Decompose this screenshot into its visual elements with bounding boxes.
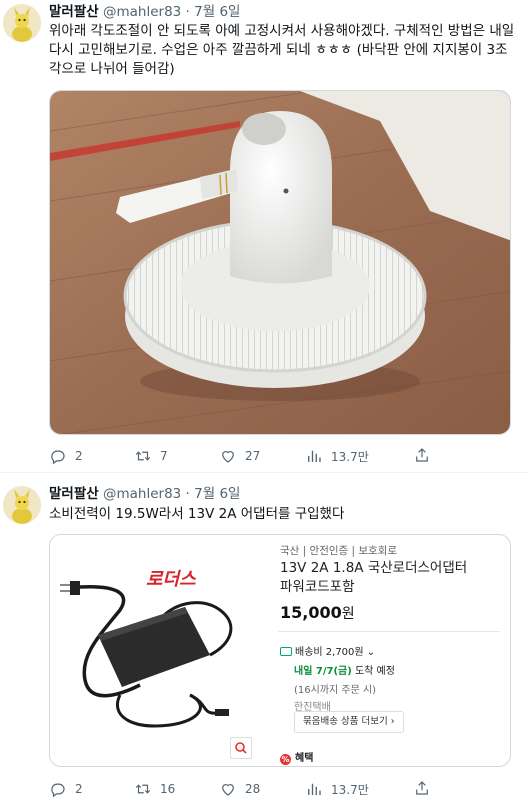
tweet-actions: 2 7 27 13.7만 bbox=[49, 446, 449, 466]
product-price: 15,000원 bbox=[280, 603, 355, 623]
author-name[interactable]: 말러팔산 bbox=[49, 486, 99, 502]
price-unit: 원 bbox=[341, 606, 355, 622]
retweet-count: 16 bbox=[160, 782, 176, 796]
retweet-icon bbox=[135, 784, 151, 794]
tweet-text: 위아래 각도조절이 안 되도록 아예 고정시켜서 사용해야겠다. 구체적인 방법… bbox=[49, 23, 515, 77]
views-button[interactable]: 13.7만 bbox=[305, 779, 369, 799]
reply-count: 2 bbox=[75, 449, 83, 463]
product-image[interactable]: 로더스 bbox=[50, 535, 272, 766]
benefit-label: 혜택 bbox=[295, 753, 314, 764]
separator-dot: · bbox=[185, 486, 190, 502]
tweet-actions: 2 16 28 13.7만 bbox=[49, 779, 449, 799]
like-button[interactable]: 27 bbox=[219, 446, 260, 466]
avatar[interactable] bbox=[3, 4, 41, 42]
like-icon bbox=[222, 451, 234, 463]
discount-icon: % bbox=[280, 754, 291, 765]
like-icon bbox=[222, 784, 234, 796]
arrival-date: 내일 7/7(금) bbox=[294, 666, 352, 677]
reply-icon bbox=[51, 783, 65, 798]
reply-icon bbox=[51, 450, 65, 465]
views-count: 13.7만 bbox=[331, 449, 369, 464]
price-value: 15,000 bbox=[280, 603, 342, 622]
order-cutoff: (16시까지 주문 시) bbox=[294, 685, 377, 696]
tweet-photo-fan[interactable] bbox=[49, 90, 511, 435]
shipping-fee[interactable]: 배송비 2,700원 ⌄ bbox=[280, 643, 375, 658]
tweet-1: 말러팔산 @mahler83 · 7월 6일 위아래 각도조절이 안 되도록 아… bbox=[0, 0, 528, 473]
tweet-date[interactable]: 7월 6일 bbox=[194, 486, 240, 502]
retweet-button[interactable]: 16 bbox=[134, 779, 175, 799]
bundle-shipping-button[interactable]: 묶음배송 상품 더보기 › bbox=[294, 711, 404, 733]
divider bbox=[278, 631, 500, 632]
author-name[interactable]: 말러팔산 bbox=[49, 4, 99, 20]
chevron-down-icon: ⌄ bbox=[366, 647, 376, 658]
reply-count: 2 bbox=[75, 782, 83, 796]
image-search-button[interactable] bbox=[230, 737, 252, 759]
retweet-count: 7 bbox=[160, 449, 168, 463]
product-title[interactable]: 13V 2A 1.8A 국산로더스어댑터 파워코드포함 bbox=[280, 559, 480, 597]
views-icon bbox=[308, 450, 321, 462]
bundle-label: 묶음배송 상품 더보기 bbox=[303, 716, 388, 727]
reply-button[interactable]: 2 bbox=[49, 779, 83, 799]
views-icon bbox=[308, 783, 321, 795]
benefit-section[interactable]: % 혜택 bbox=[280, 749, 313, 765]
product-category: 국산 | 안전인증 | 보호회로 bbox=[280, 545, 398, 557]
author-handle[interactable]: @mahler83 bbox=[103, 486, 181, 502]
separator-dot: · bbox=[185, 4, 190, 20]
arrival-estimate: 내일 7/7(금) 도착 예정 bbox=[294, 662, 395, 677]
share-icon bbox=[416, 448, 428, 462]
tweet-header: 말러팔산 @mahler83 · 7월 6일 bbox=[49, 485, 240, 503]
tweet-header: 말러팔산 @mahler83 · 7월 6일 bbox=[49, 3, 240, 21]
magnifier-icon bbox=[235, 742, 247, 754]
retweet-button[interactable]: 7 bbox=[134, 446, 168, 466]
share-button[interactable] bbox=[413, 779, 431, 799]
reply-button[interactable]: 2 bbox=[49, 446, 83, 466]
like-count: 27 bbox=[245, 449, 261, 463]
chevron-right-icon: › bbox=[390, 716, 395, 727]
tweet-2: 말러팔산 @mahler83 · 7월 6일 소비전력이 19.5W라서 13V… bbox=[0, 474, 528, 811]
views-count: 13.7만 bbox=[331, 782, 369, 797]
like-button[interactable]: 28 bbox=[219, 779, 260, 799]
like-count: 28 bbox=[245, 782, 261, 796]
shipping-label: 배송비 2,700원 bbox=[295, 647, 364, 658]
tweet-date[interactable]: 7월 6일 bbox=[194, 4, 240, 20]
truck-icon bbox=[280, 647, 292, 656]
avatar[interactable] bbox=[3, 486, 41, 524]
share-button[interactable] bbox=[413, 446, 431, 466]
tweet-text: 소비전력이 19.5W라서 13V 2A 어댑터를 구입했다 bbox=[49, 506, 345, 522]
share-icon bbox=[416, 781, 428, 795]
views-button[interactable]: 13.7만 bbox=[305, 446, 369, 466]
product-info: 국산 | 안전인증 | 보호회로 13V 2A 1.8A 국산로더스어댑터 파워… bbox=[278, 535, 510, 766]
brand-logo: 로더스 bbox=[146, 569, 197, 590]
product-card[interactable]: 로더스 국산 | 안전인증 | 보호회로 13V 2A 1.8A 국산로더스어댑… bbox=[49, 534, 511, 767]
arrival-suffix: 도착 예정 bbox=[351, 666, 395, 677]
retweet-icon bbox=[135, 451, 151, 461]
author-handle[interactable]: @mahler83 bbox=[103, 4, 181, 20]
